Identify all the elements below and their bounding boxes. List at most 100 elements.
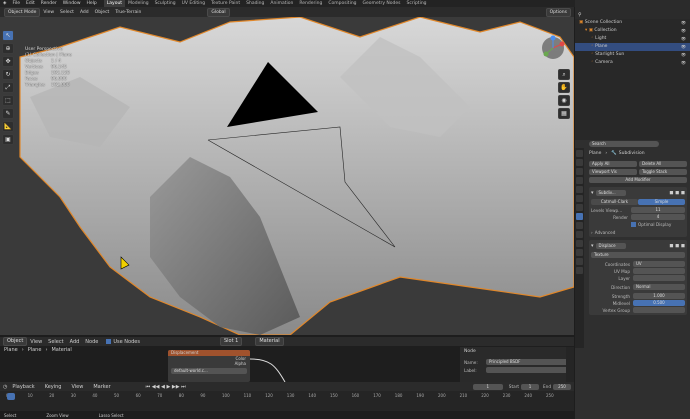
uv-map-field[interactable] — [633, 268, 685, 274]
scale-tool-icon[interactable]: ⤢ — [2, 82, 14, 93]
workspace-tab[interactable]: Compositing — [325, 0, 359, 7]
menu-file[interactable]: File — [9, 0, 23, 7]
displace-name-field[interactable]: Displace — [595, 243, 626, 249]
viewport-menu-item[interactable]: View — [43, 10, 54, 15]
outliner-item[interactable]: ◦ Light 👁 — [575, 35, 690, 43]
world-tab-icon[interactable] — [576, 195, 583, 202]
workspace-tab[interactable]: Rendering — [296, 0, 325, 7]
viewport-menu-item[interactable]: True-Terrain — [115, 10, 141, 15]
orientation-dropdown[interactable]: Global — [207, 7, 230, 17]
pan-hand-icon[interactable]: ✋ — [558, 82, 570, 93]
outliner-item[interactable]: ▣ Scene Collection 👁 — [575, 19, 690, 27]
direction-dropdown[interactable]: Normal — [633, 284, 685, 290]
node-menu-item[interactable]: View — [30, 339, 42, 345]
image-texture-node[interactable]: Displacement Color Alpha default-world.c… — [168, 350, 250, 382]
options-dropdown[interactable]: Options — [545, 7, 571, 17]
view-layer-tab-icon[interactable] — [576, 177, 583, 184]
transform-tool-icon[interactable]: ⬚ — [2, 95, 14, 106]
texture-tab-icon[interactable] — [576, 267, 583, 274]
viewport-menu-item[interactable]: Object — [95, 10, 110, 15]
timeline-menu-item[interactable]: Playback — [12, 384, 34, 390]
node-menu-item[interactable]: Select — [48, 339, 63, 345]
node-menu-item[interactable]: Node — [85, 339, 98, 345]
select-tool-icon[interactable]: ↖ — [2, 30, 14, 41]
outliner-item[interactable]: ◦ Camera 👁 — [575, 59, 690, 67]
visibility-eye-icon[interactable]: 👁 — [681, 43, 686, 51]
navigation-gizmo[interactable] — [540, 35, 566, 61]
workspace-tab[interactable]: Animation — [267, 0, 296, 7]
viewport-menu-item[interactable]: Select — [60, 10, 74, 15]
workspace-tab[interactable]: Sculpting — [152, 0, 179, 7]
use-nodes-checkbox[interactable] — [106, 339, 112, 344]
3d-viewport[interactable]: User Perspective (1) Collection | Plane … — [0, 17, 574, 335]
material-tab-icon[interactable] — [576, 258, 583, 265]
apply-all-button[interactable]: Apply All — [589, 161, 637, 167]
object-tab-icon[interactable] — [576, 204, 583, 211]
render-field[interactable]: 4 — [631, 214, 685, 220]
catmull-clark-toggle[interactable]: Catmull-Clark — [591, 199, 638, 205]
annotate-tool-icon[interactable]: ✎ — [2, 108, 14, 119]
material-dropdown[interactable]: Material — [255, 337, 284, 346]
playback-controls[interactable]: ⏮ ◀◀ ◀ ▶ ▶▶ ⏭ — [146, 384, 186, 390]
start-frame-field[interactable]: 1 — [521, 383, 540, 390]
node-label-field[interactable] — [486, 367, 570, 373]
menu-window[interactable]: Window — [60, 0, 84, 7]
visibility-eye-icon[interactable]: 👁 — [681, 35, 686, 43]
mode-dropdown[interactable]: Object Mode — [4, 7, 41, 17]
add-modifier-button[interactable]: Add Modifier — [589, 177, 687, 183]
workspace-tab[interactable]: Texture Paint — [208, 0, 243, 7]
rotate-tool-icon[interactable]: ↻ — [2, 69, 14, 80]
workspace-tab[interactable]: UV Editing — [179, 0, 208, 7]
visibility-eye-icon[interactable]: 👁 — [681, 19, 686, 27]
camera-view-icon[interactable]: ◉ — [558, 95, 570, 106]
physics-tab-icon[interactable] — [576, 231, 583, 238]
playhead[interactable] — [7, 393, 15, 400]
outliner-item[interactable]: ◦ Starlight Sun 👁 — [575, 51, 690, 59]
slot-dropdown[interactable]: Slot 1 — [219, 337, 243, 346]
outliner-item[interactable]: ▾ ▣ Collection 👁 — [575, 27, 690, 35]
tool-tab-icon[interactable] — [576, 150, 583, 157]
timeline-menu-item[interactable]: Marker — [93, 384, 110, 390]
node-sidebar-tabs[interactable] — [566, 347, 574, 382]
particles-tab-icon[interactable] — [576, 222, 583, 229]
expand-chevron-icon[interactable]: ▾ — [591, 243, 594, 249]
layer-field[interactable] — [633, 275, 685, 281]
coordinates-dropdown[interactable]: UV — [633, 261, 685, 267]
render-tab-icon[interactable] — [576, 159, 583, 166]
blender-logo-icon[interactable]: ◈ — [0, 0, 9, 7]
move-tool-icon[interactable]: ✥ — [2, 56, 14, 67]
properties-search[interactable]: Search — [589, 141, 659, 147]
zoom-icon[interactable]: ⌕ — [558, 69, 570, 80]
workspace-tab[interactable]: Scripting — [404, 0, 430, 7]
timeline-menu-item[interactable]: Keying — [45, 384, 62, 390]
data-tab-icon[interactable] — [576, 249, 583, 256]
timeline[interactable]: ◷ Playback Keying View Marker ⏮ ◀◀ ◀ ▶ ▶▶ ⏭… — [0, 382, 574, 419]
timeline-menu-item[interactable]: View — [71, 384, 83, 390]
add-cube-tool-icon[interactable]: ▣ — [2, 134, 14, 145]
workspace-tab[interactable]: Shading — [243, 0, 267, 7]
grid-icon[interactable]: ▦ — [558, 108, 570, 119]
subdiv-name-field[interactable]: Subdiv... — [595, 190, 626, 196]
simple-toggle[interactable]: Simple — [638, 199, 685, 205]
workspace-tab[interactable]: Modeling — [125, 0, 151, 7]
image-name-field[interactable]: default-world.c... — [171, 368, 247, 374]
strength-field[interactable]: 1.000 — [633, 293, 685, 299]
midlevel-field[interactable]: 0.500 — [633, 300, 685, 306]
texture-field[interactable]: Texture — [591, 252, 685, 258]
advanced-label[interactable]: Advanced — [595, 230, 616, 235]
levels-field[interactable]: 11 — [631, 207, 685, 213]
filter-icon[interactable]: ⚲ — [578, 12, 582, 18]
expand-chevron-icon[interactable]: ▾ — [591, 190, 594, 196]
visibility-eye-icon[interactable]: 👁 — [681, 59, 686, 67]
measure-tool-icon[interactable]: 📐 — [2, 121, 14, 132]
modifier-visibility-icons[interactable]: ◼ ◼ ◼ — [669, 243, 685, 249]
menu-edit[interactable]: Edit — [23, 0, 38, 7]
menu-help[interactable]: Help — [84, 0, 100, 7]
visibility-eye-icon[interactable]: 👁 — [681, 51, 686, 59]
node-name-field[interactable]: Principled BSDF — [486, 359, 570, 365]
delete-all-button[interactable]: Delete All — [639, 161, 687, 167]
workspace-tab[interactable]: Geometry Nodes — [360, 0, 404, 7]
modifier-tab-icon[interactable] — [576, 213, 583, 220]
visibility-eye-icon[interactable]: 👁 — [681, 27, 686, 35]
toggle-stack-button[interactable]: Toggle Stack — [639, 169, 687, 175]
